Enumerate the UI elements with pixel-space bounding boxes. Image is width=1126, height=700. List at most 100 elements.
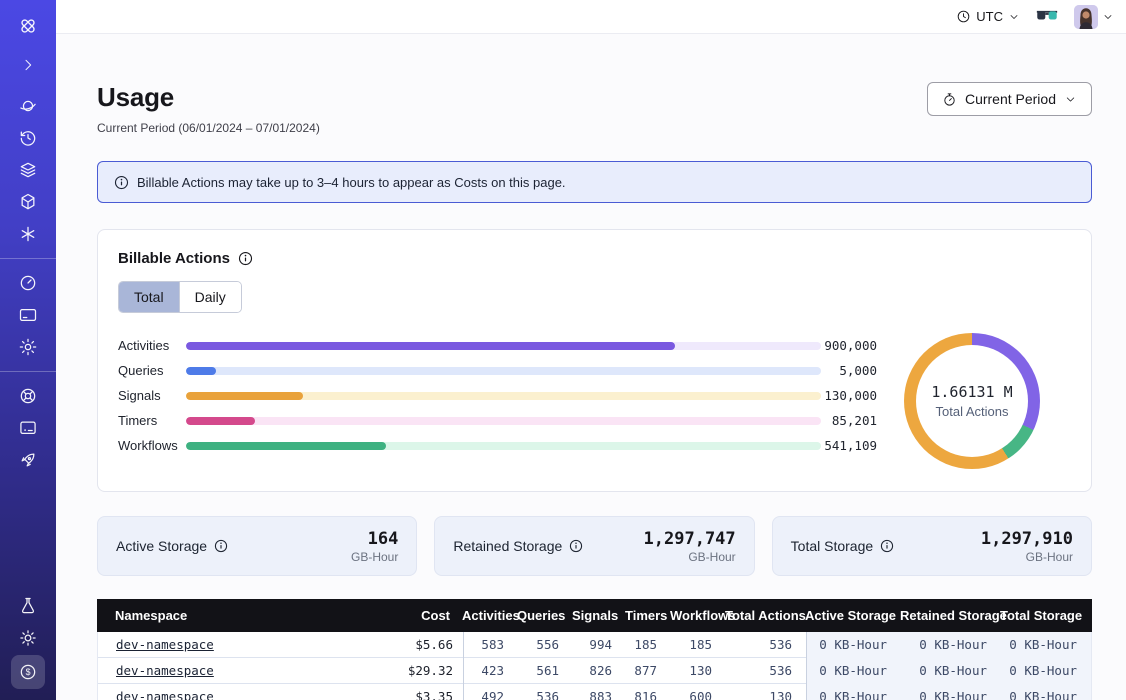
namespace-link[interactable]: dev-namespace	[116, 663, 214, 678]
lab-flask-icon[interactable]	[12, 591, 44, 621]
period-button-label: Current Period	[965, 91, 1056, 107]
page-title: Usage	[97, 82, 320, 113]
cell-cost: $29.32	[368, 658, 463, 684]
bar-fill	[186, 442, 386, 450]
cell-signals: 994	[573, 632, 626, 658]
info-icon[interactable]	[569, 539, 583, 553]
table-header: NamespaceCostActivitiesQueriesSignalsTim…	[97, 599, 1092, 632]
cell-workflows: 600	[671, 684, 726, 700]
column-header-total_storage: Total Storage	[1000, 608, 1090, 623]
cell-queries: 556	[518, 632, 573, 658]
sidebar-expand-chevron-right-icon[interactable]	[12, 50, 44, 80]
glasses-icon[interactable]	[1036, 10, 1058, 23]
billable-bar-row: Queries5,000	[118, 358, 877, 383]
feedback-terminal-icon[interactable]	[12, 413, 44, 443]
billable-bar-row: Activities900,000	[118, 333, 877, 358]
bar-category-label: Signals	[118, 388, 186, 403]
banner-text: Billable Actions may take up to 3–4 hour…	[137, 175, 566, 190]
temporal-logo[interactable]	[12, 11, 44, 41]
billable-bar-row: Signals 130,000	[118, 383, 877, 408]
sidebar-bottom-group: $	[11, 590, 45, 690]
bar-category-label: Workflows	[118, 438, 186, 453]
total-storage-value: 1,297,910	[981, 529, 1073, 549]
gauge-icon[interactable]	[12, 268, 44, 298]
column-header-namespace: Namespace	[97, 608, 367, 623]
app-root: $ UTC Usage	[0, 0, 1126, 700]
billable-actions-card: Billable Actions TotalDaily Activities90…	[97, 229, 1092, 492]
retained-storage-label: Retained Storage	[453, 538, 562, 554]
cell-total_storage: 0 KB-Hour	[1001, 632, 1091, 658]
retained-storage-card: Retained Storage 1,297,747 GB-Hour	[434, 516, 754, 576]
bar-value: 130,000	[821, 388, 877, 403]
total-storage-card: Total Storage 1,297,910 GB-Hour	[772, 516, 1092, 576]
cell-timers: 816	[626, 684, 671, 700]
namespace-link[interactable]: dev-namespace	[116, 637, 214, 652]
namespaces-icon[interactable]	[12, 91, 44, 121]
cell-total_storage: 0 KB-Hour	[1001, 658, 1091, 684]
user-avatar	[1074, 5, 1098, 29]
total-actions-donut-chart: 1.66131 M Total Actions	[904, 333, 1040, 469]
cell-namespace: dev-namespace	[98, 632, 368, 658]
tab-daily[interactable]: Daily	[179, 282, 241, 312]
svg-text:$: $	[26, 667, 31, 677]
period-selector-button[interactable]: Current Period	[927, 82, 1092, 116]
table-row: dev-namespace$29.324235618268771305360 K…	[98, 658, 1091, 684]
chevron-down-icon	[1102, 11, 1114, 23]
cell-activities: 583	[463, 632, 518, 658]
stopwatch-icon	[942, 92, 957, 107]
storage-summary-row: Active Storage 164 GB-Hour Retained Stor…	[97, 516, 1092, 576]
cell-total_actions: 130	[726, 684, 806, 700]
billing-card-icon[interactable]	[12, 300, 44, 330]
column-header-cost: Cost	[367, 608, 462, 623]
retained-storage-value: 1,297,747	[644, 529, 736, 549]
cell-signals: 826	[573, 658, 626, 684]
cell-queries: 561	[518, 658, 573, 684]
topbar: UTC	[56, 0, 1126, 34]
bar-fill	[186, 342, 675, 350]
column-header-signals: Signals	[572, 608, 625, 623]
info-icon[interactable]	[880, 539, 894, 553]
bar-track	[186, 442, 821, 450]
column-header-queries: Queries	[517, 608, 572, 623]
sidebar-divider	[0, 258, 56, 259]
info-icon	[114, 175, 129, 190]
tab-total[interactable]: Total	[119, 282, 179, 312]
main-area: UTC Usage Current Period (06/01/2024 – 0…	[56, 0, 1126, 700]
active-storage-label: Active Storage	[116, 538, 207, 554]
bar-value: 900,000	[821, 338, 877, 353]
cell-activities: 492	[463, 684, 518, 700]
total-storage-unit: GB-Hour	[981, 550, 1073, 564]
cell-namespace: dev-namespace	[98, 684, 368, 700]
timezone-selector[interactable]: UTC	[956, 9, 1020, 24]
billable-actions-title: Billable Actions	[118, 250, 230, 267]
history-icon[interactable]	[12, 123, 44, 153]
cell-queries: 536	[518, 684, 573, 700]
billable-bar-row: Timers85,201	[118, 408, 877, 433]
clock-icon	[956, 9, 971, 24]
total-storage-label: Total Storage	[791, 538, 874, 554]
info-icon[interactable]	[214, 539, 228, 553]
chevron-down-icon	[1064, 93, 1077, 106]
column-header-timers: Timers	[625, 608, 670, 623]
namespace-link[interactable]: dev-namespace	[116, 689, 214, 700]
support-lifebuoy-icon[interactable]	[12, 381, 44, 411]
asterisk-icon[interactable]	[12, 219, 44, 249]
cube-icon[interactable]	[12, 187, 44, 217]
theme-sun-icon[interactable]	[12, 623, 44, 653]
bar-fill	[186, 417, 255, 425]
billable-bar-chart: Activities900,000Queries5,000 Signals 130,…	[118, 333, 877, 469]
timezone-label: UTC	[976, 9, 1003, 24]
cell-total_actions: 536	[726, 632, 806, 658]
usage-dollar-icon[interactable]: $	[11, 655, 45, 689]
layers-icon[interactable]	[12, 155, 44, 185]
column-header-total_actions: Total Actions	[725, 608, 805, 623]
table-row: dev-namespace$5.665835569941851855360 KB…	[98, 632, 1091, 658]
info-icon[interactable]	[238, 251, 253, 266]
billable-bar-row: Workflows541,109	[118, 433, 877, 458]
rocket-icon[interactable]	[12, 445, 44, 475]
user-menu[interactable]	[1074, 5, 1114, 29]
bar-track	[186, 367, 821, 375]
column-header-activities: Activities	[462, 608, 517, 623]
page-content: Usage Current Period (06/01/2024 – 07/01…	[56, 34, 1126, 700]
gear-icon[interactable]	[12, 332, 44, 362]
